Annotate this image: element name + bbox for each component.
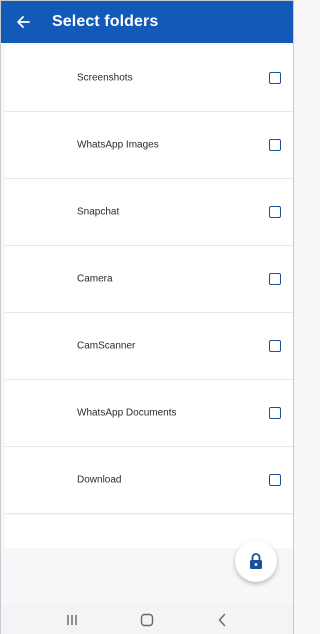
page-title: Select folders (52, 13, 159, 30)
folder-thumbnail (5, 380, 73, 446)
recents-button[interactable] (57, 608, 87, 632)
folder-thumbnail (5, 45, 73, 111)
folder-row-camscanner[interactable]: CamScanner (5, 313, 293, 380)
folder-thumbnail (5, 515, 75, 548)
folder-label: WhatsApp Documents (77, 407, 177, 419)
lock-button[interactable] (235, 540, 277, 582)
folder-row-camera[interactable]: Camera (5, 246, 293, 313)
folder-label: Snapchat (77, 206, 120, 218)
folder-row-screenshots[interactable]: Screenshots (5, 45, 293, 112)
app-window: Select folders Screenshots WhatsApp Imag… (0, 0, 294, 634)
folder-row-download[interactable]: Download (5, 447, 293, 514)
app-bar: Select folders (1, 1, 293, 43)
folder-label: WhatsApp Images (77, 139, 159, 151)
arrow-left-icon (17, 16, 30, 28)
folder-checkbox[interactable] (269, 206, 281, 218)
home-icon (140, 613, 154, 627)
folder-list: Screenshots WhatsApp Images Snapchat Cam… (5, 45, 293, 514)
folder-thumbnail (5, 447, 73, 513)
folder-checkbox[interactable] (269, 72, 281, 84)
back-nav-button[interactable] (207, 608, 237, 632)
folder-label: Camera (77, 273, 113, 285)
lock-icon (250, 553, 262, 569)
folder-row-snapchat[interactable]: Snapchat (5, 179, 293, 246)
folder-row-whatsapp-images[interactable]: WhatsApp Images (5, 112, 293, 179)
recents-icon (67, 615, 78, 625)
folder-label: Download (77, 474, 122, 486)
folder-thumbnail (5, 246, 73, 312)
folder-checkbox[interactable] (269, 340, 281, 352)
folder-thumbnail (5, 112, 73, 178)
folder-label: CamScanner (77, 340, 136, 352)
folder-checkbox[interactable] (269, 474, 281, 486)
folder-checkbox[interactable] (269, 273, 281, 285)
folder-checkbox[interactable] (269, 139, 281, 151)
back-button[interactable] (1, 1, 45, 43)
back-nav-icon (218, 613, 225, 627)
folder-checkbox[interactable] (269, 407, 281, 419)
home-button[interactable] (132, 608, 162, 632)
folder-thumbnail (5, 313, 73, 379)
system-nav-bar (1, 605, 293, 634)
folder-thumbnail (5, 179, 73, 245)
folder-row-whatsapp-documents[interactable]: WhatsApp Documents (5, 380, 293, 447)
folder-label: Screenshots (77, 72, 133, 84)
